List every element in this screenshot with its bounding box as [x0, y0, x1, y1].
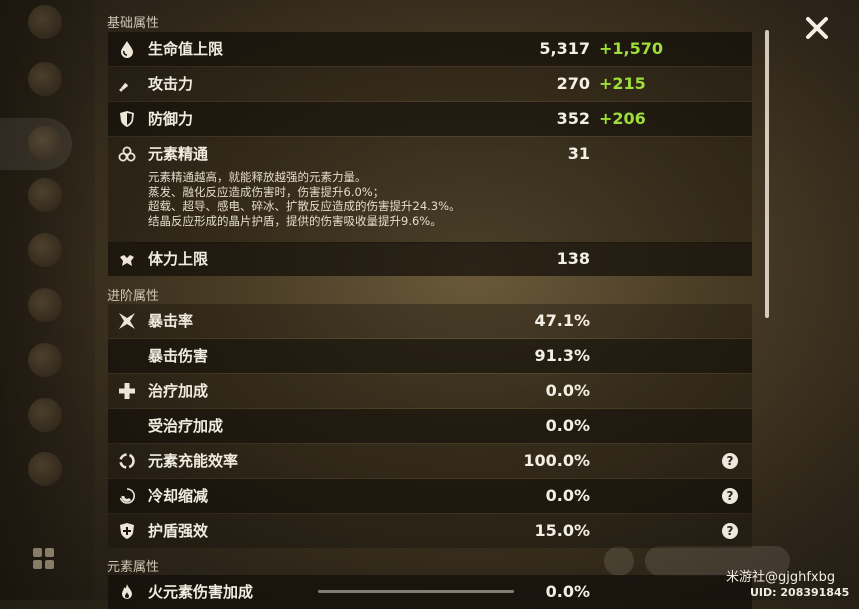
pyro-icon — [122, 584, 132, 599]
stat-row-atk[interactable]: 攻击力 270 +215 — [108, 67, 752, 101]
stat-label: 冷却缩减 — [148, 487, 209, 505]
stat-value: 15.0% — [534, 521, 590, 540]
stat-bonus: +206 — [599, 109, 646, 128]
horizontal-scrollbar[interactable] — [318, 590, 514, 593]
stat-value: 270 — [556, 74, 590, 93]
stat-label: 防御力 — [148, 110, 194, 128]
scrollbar[interactable] — [765, 30, 769, 318]
stat-value: 91.3% — [534, 346, 590, 365]
character-avatar[interactable] — [28, 5, 62, 39]
help-icon[interactable]: ? — [722, 523, 738, 539]
watermark: 米游社@gjghfxbg — [726, 570, 836, 585]
uid-label: UID: 208391845 — [750, 586, 850, 599]
stat-label: 暴击率 — [148, 312, 194, 330]
elemental-mastery-icon — [118, 146, 136, 162]
stat-bonus: +215 — [599, 74, 646, 93]
character-avatar[interactable] — [28, 343, 62, 377]
section-title-base: 基础属性 — [107, 16, 160, 31]
cooldown-icon — [119, 488, 135, 504]
description-line: 蒸发、融化反应造成伤害时，伤害提升6.0%； — [148, 184, 385, 199]
stat-row-incoming-healing[interactable]: 受治疗加成 0.0% — [108, 409, 752, 443]
stat-row-crit-dmg[interactable]: 暴击伤害 91.3% — [108, 339, 752, 373]
stat-value: 100.0% — [523, 451, 590, 470]
stat-row-stamina[interactable]: 体力上限 138 — [108, 242, 752, 276]
shield-icon — [120, 111, 134, 127]
character-avatar[interactable] — [28, 178, 62, 212]
stat-row-cooldown[interactable]: 冷却缩减 0.0% ? — [108, 479, 752, 513]
character-rail — [0, 0, 95, 600]
character-avatar[interactable] — [28, 452, 62, 486]
description-line: 结晶反应形成的晶片护盾，提供的伤害吸收量提升9.6%。 — [148, 213, 442, 228]
healing-cross-icon — [119, 383, 135, 399]
description-line: 元素精通越高，就能释放越强的元素力量。 — [148, 170, 367, 184]
stat-row-shield-strength[interactable]: 护盾强效 15.0% ? — [108, 514, 752, 548]
hp-drop-icon — [121, 41, 133, 58]
character-avatar[interactable] — [28, 62, 62, 96]
section-title-advanced: 进阶属性 — [107, 289, 160, 304]
stat-label: 受治疗加成 — [148, 417, 224, 435]
stat-label: 元素精通 — [148, 145, 209, 163]
stat-label: 护盾强效 — [148, 522, 209, 540]
shield-strength-icon — [120, 523, 134, 539]
grid-menu-icon[interactable] — [33, 548, 55, 570]
stat-value: 47.1% — [534, 311, 590, 330]
stat-row-def[interactable]: 防御力 352 +206 — [108, 102, 752, 136]
character-avatar[interactable] — [28, 126, 62, 160]
stat-label: 攻击力 — [148, 75, 194, 93]
elemental-mastery-description: 元素精通越高，就能释放越强的元素力量。 蒸发、融化反应造成伤害时，伤害提升6.0… — [148, 170, 461, 228]
stat-value: 5,317 — [539, 39, 590, 58]
help-icon[interactable]: ? — [722, 488, 738, 504]
stat-label: 火元素伤害加成 — [148, 583, 254, 601]
stat-value: 0.0% — [545, 416, 590, 435]
stat-label: 元素充能效率 — [148, 452, 239, 470]
help-icon[interactable]: ? — [722, 453, 738, 469]
close-icon[interactable] — [804, 15, 830, 41]
stat-bonus: +1,570 — [599, 39, 664, 58]
stat-value: 138 — [556, 249, 590, 268]
stat-row-energy-recharge[interactable]: 元素充能效率 100.0% ? — [108, 444, 752, 478]
stat-value: 352 — [556, 109, 590, 128]
stat-label: 体力上限 — [148, 250, 209, 268]
sword-icon — [119, 76, 134, 92]
energy-recharge-icon — [119, 453, 135, 469]
character-avatar[interactable] — [28, 398, 62, 432]
stat-row-healing[interactable]: 治疗加成 0.0% — [108, 374, 752, 408]
stat-row-crit-rate[interactable]: 暴击率 47.1% — [108, 304, 752, 338]
stat-label: 治疗加成 — [148, 382, 209, 400]
stat-row-hp[interactable]: 生命值上限 5,317 +1,570 — [108, 32, 752, 66]
stat-label: 暴击伤害 — [148, 347, 209, 365]
character-avatar[interactable] — [28, 288, 62, 322]
stamina-icon — [120, 255, 134, 266]
stat-label: 生命值上限 — [148, 40, 224, 58]
stat-value: 0.0% — [545, 582, 590, 601]
stat-value: 0.0% — [545, 381, 590, 400]
description-line: 超载、超导、感电、碎冰、扩散反应造成的伤害提升24.3%。 — [148, 199, 461, 213]
stat-value: 31 — [567, 144, 590, 163]
section-title-elemental: 元素属性 — [107, 560, 160, 575]
character-avatar[interactable] — [28, 233, 62, 267]
crit-rate-icon — [119, 313, 135, 329]
stat-value: 0.0% — [545, 486, 590, 505]
background-button — [604, 546, 634, 576]
